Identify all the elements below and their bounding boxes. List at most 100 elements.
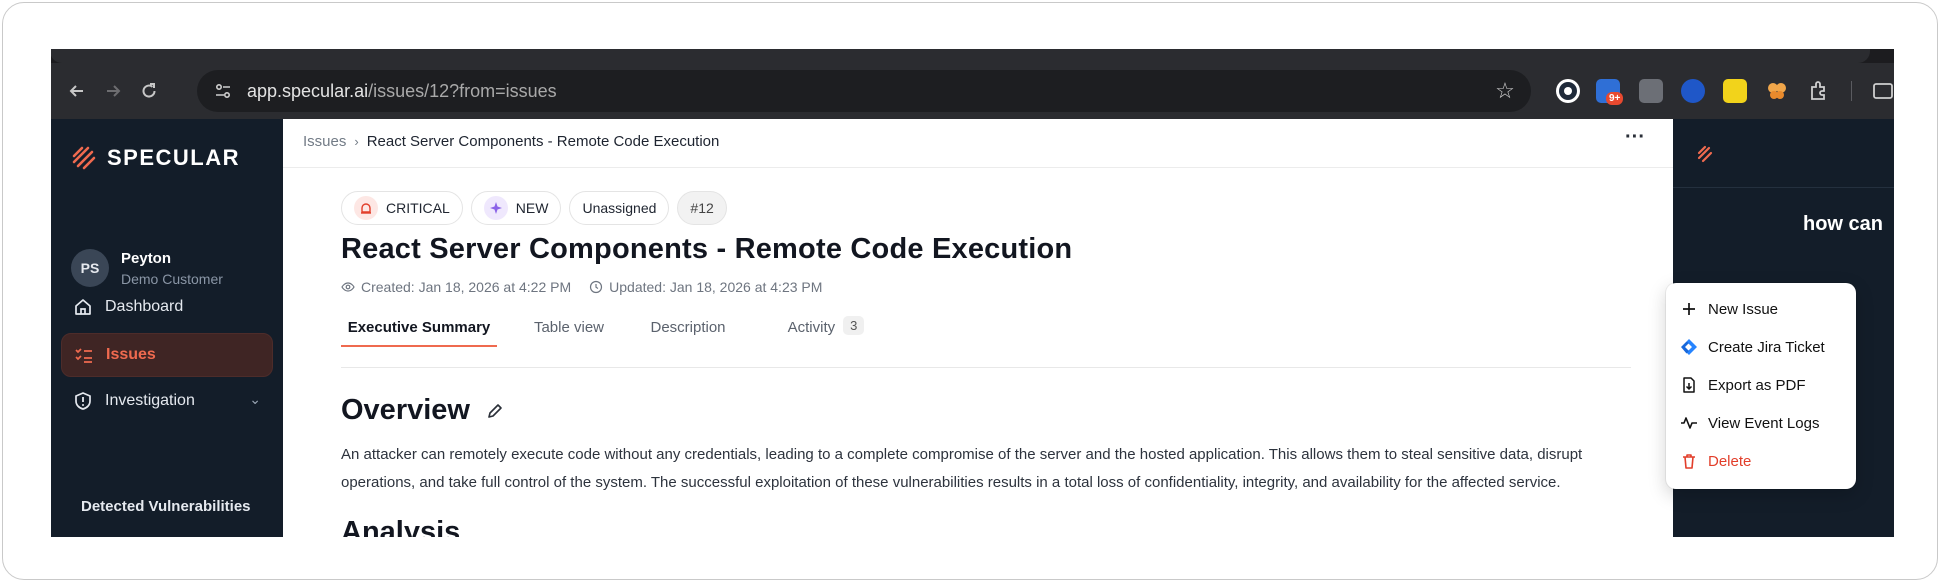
sidebar-item-label: Investigation xyxy=(105,392,195,409)
chevron-right-icon: › xyxy=(354,134,359,149)
sidebar-item-dashboard[interactable]: Dashboard xyxy=(61,285,273,329)
sidebar-item-investigation[interactable]: Investigation ⌄ xyxy=(61,379,273,423)
avatar: PS xyxy=(71,249,109,287)
bookmark-star-icon[interactable]: ☆ xyxy=(1493,79,1517,103)
toolbar-divider xyxy=(1851,81,1852,101)
menu-item-create-jira-ticket[interactable]: Create Jira Ticket xyxy=(1666,329,1856,365)
tab-description[interactable]: Description xyxy=(633,309,743,347)
created-text: Created: Jan 18, 2026 at 4:22 PM xyxy=(361,279,572,295)
sidebar-subitem-detected-vulnerabilities[interactable]: Detected Vulnerabilities xyxy=(81,498,251,515)
trash-icon xyxy=(1683,454,1695,469)
site-settings-icon[interactable] xyxy=(211,79,235,103)
forward-icon[interactable] xyxy=(99,77,127,105)
extensions-puzzle-icon[interactable] xyxy=(1807,79,1831,103)
notification-extension-icon[interactable]: 9+ xyxy=(1596,79,1624,105)
tab-label: Table view xyxy=(533,319,605,336)
panel-divider xyxy=(1673,187,1894,188)
side-panel-icon[interactable] xyxy=(1871,79,1894,103)
assignee-badge[interactable]: Unassigned xyxy=(569,191,670,225)
assistant-prompt-text: how can xyxy=(1803,213,1884,235)
tab-label: Executive Summary xyxy=(347,319,491,336)
puzzle-tool-extension-icon[interactable] xyxy=(1639,79,1663,103)
overview-heading-text: Overview xyxy=(341,394,470,426)
header-divider xyxy=(283,167,1673,168)
yellow-extension-icon[interactable] xyxy=(1723,79,1747,103)
url-host: app.specular.ai xyxy=(247,80,369,101)
back-icon[interactable] xyxy=(63,77,91,105)
file-download-icon xyxy=(1683,377,1695,393)
blue-extension-icon[interactable] xyxy=(1681,79,1705,103)
main-content: Issues › React Server Components - Remot… xyxy=(283,119,1673,537)
browser-window: app.specular.ai/issues/12?from=issues ☆ … xyxy=(51,49,1894,537)
shield-alert-icon xyxy=(75,392,91,410)
browser-toolbar: app.specular.ai/issues/12?from=issues ☆ … xyxy=(51,63,1894,119)
tab-label: Activity xyxy=(787,319,836,336)
options-dropdown-menu: New Issue Create Jira Ticket Export as P… xyxy=(1666,283,1856,489)
menu-item-label: View Event Logs xyxy=(1708,414,1820,432)
screenshot-frame: app.specular.ai/issues/12?from=issues ☆ … xyxy=(2,2,1938,580)
home-icon xyxy=(75,299,91,315)
breadcrumb-issues-link[interactable]: Issues xyxy=(303,133,346,150)
sparkle-icon xyxy=(483,196,508,220)
breadcrumb-current: React Server Components - Remote Code Ex… xyxy=(366,133,720,150)
user-profile[interactable]: PS Peyton Demo Customer xyxy=(71,249,223,287)
issue-badges: CRITICAL NEW Unassigned #12 xyxy=(341,191,727,225)
url-text[interactable]: app.specular.ai/issues/12?from=issues xyxy=(247,81,557,102)
issue-meta: Created: Jan 18, 2026 at 4:22 PM Updated… xyxy=(341,279,822,295)
created-timestamp: Created: Jan 18, 2026 at 4:22 PM xyxy=(341,279,571,295)
breadcrumb: Issues › React Server Components - Remot… xyxy=(303,133,719,150)
address-bar[interactable]: app.specular.ai/issues/12?from=issues ☆ xyxy=(197,70,1531,112)
sidebar-item-label: Dashboard xyxy=(105,298,184,315)
menu-item-new-issue[interactable]: New Issue xyxy=(1666,291,1856,327)
eye-icon xyxy=(341,282,355,292)
butterfly-extension-icon[interactable] xyxy=(1765,79,1789,103)
checklist-icon xyxy=(75,348,92,363)
overview-paragraph: An attacker can remotely execute code wi… xyxy=(341,446,1583,491)
more-options-button[interactable]: ··· xyxy=(1621,127,1649,153)
chevron-down-icon[interactable]: ⌄ xyxy=(249,391,261,408)
severity-label: CRITICAL xyxy=(386,200,450,216)
menu-item-export-pdf[interactable]: Export as PDF xyxy=(1666,367,1856,403)
specular-logo[interactable]: SPECULAR xyxy=(71,145,240,171)
tab-strip xyxy=(51,49,1894,63)
sidebar-item-label: Issues xyxy=(106,346,156,363)
page-title: React Server Components - Remote Code Ex… xyxy=(341,233,1073,265)
menu-item-view-event-logs[interactable]: View Event Logs xyxy=(1666,405,1856,441)
menu-item-label: New Issue xyxy=(1708,300,1779,318)
menu-item-label: Delete xyxy=(1708,452,1752,470)
activity-pulse-icon xyxy=(1681,417,1697,429)
logo-text: SPECULAR xyxy=(107,145,241,170)
sidebar: SPECULAR PS Peyton Demo Customer Dashboa… xyxy=(51,119,283,537)
notification-badge: 9+ xyxy=(1606,92,1624,105)
issue-number-badge: #12 xyxy=(677,191,727,225)
alarm-icon xyxy=(354,196,378,220)
tab-executive-summary[interactable]: Executive Summary xyxy=(341,309,497,347)
reload-icon[interactable] xyxy=(135,77,163,105)
pencil-icon[interactable] xyxy=(486,402,504,420)
plus-icon xyxy=(1683,303,1695,315)
issue-tabs: Executive Summary Table view Description… xyxy=(341,295,1631,347)
status-badge[interactable]: NEW xyxy=(470,191,562,225)
url-path: /issues/12?from=issues xyxy=(368,80,557,101)
issue-number: #12 xyxy=(690,200,714,216)
assignee-label: Unassigned xyxy=(582,200,657,216)
assistant-spark-icon[interactable] xyxy=(1695,143,1717,165)
activity-count: 3 xyxy=(843,316,865,335)
sidebar-item-issues[interactable]: Issues xyxy=(61,333,273,377)
menu-item-label: Create Jira Ticket xyxy=(1708,338,1825,356)
updated-text: Updated: Jan 18, 2026 at 4:23 PM xyxy=(609,279,823,295)
jira-icon xyxy=(1681,339,1697,355)
menu-item-delete[interactable]: Delete xyxy=(1666,443,1856,479)
overview-heading: Overview xyxy=(341,394,504,427)
status-label: NEW xyxy=(515,200,549,216)
specular-logo-icon xyxy=(72,146,96,170)
updated-timestamp: Updated: Jan 18, 2026 at 4:23 PM xyxy=(589,279,822,295)
tab-table-view[interactable]: Table view xyxy=(519,309,619,347)
severity-badge[interactable]: CRITICAL xyxy=(341,191,463,225)
privacy-extension-icon[interactable] xyxy=(1556,79,1580,103)
tabs-divider xyxy=(341,367,1631,368)
specular-app: SPECULAR PS Peyton Demo Customer Dashboa… xyxy=(51,119,1894,537)
menu-item-label: Export as PDF xyxy=(1708,376,1806,394)
tab-label: Description xyxy=(650,319,726,336)
tab-activity[interactable]: Activity 3 xyxy=(771,309,881,347)
